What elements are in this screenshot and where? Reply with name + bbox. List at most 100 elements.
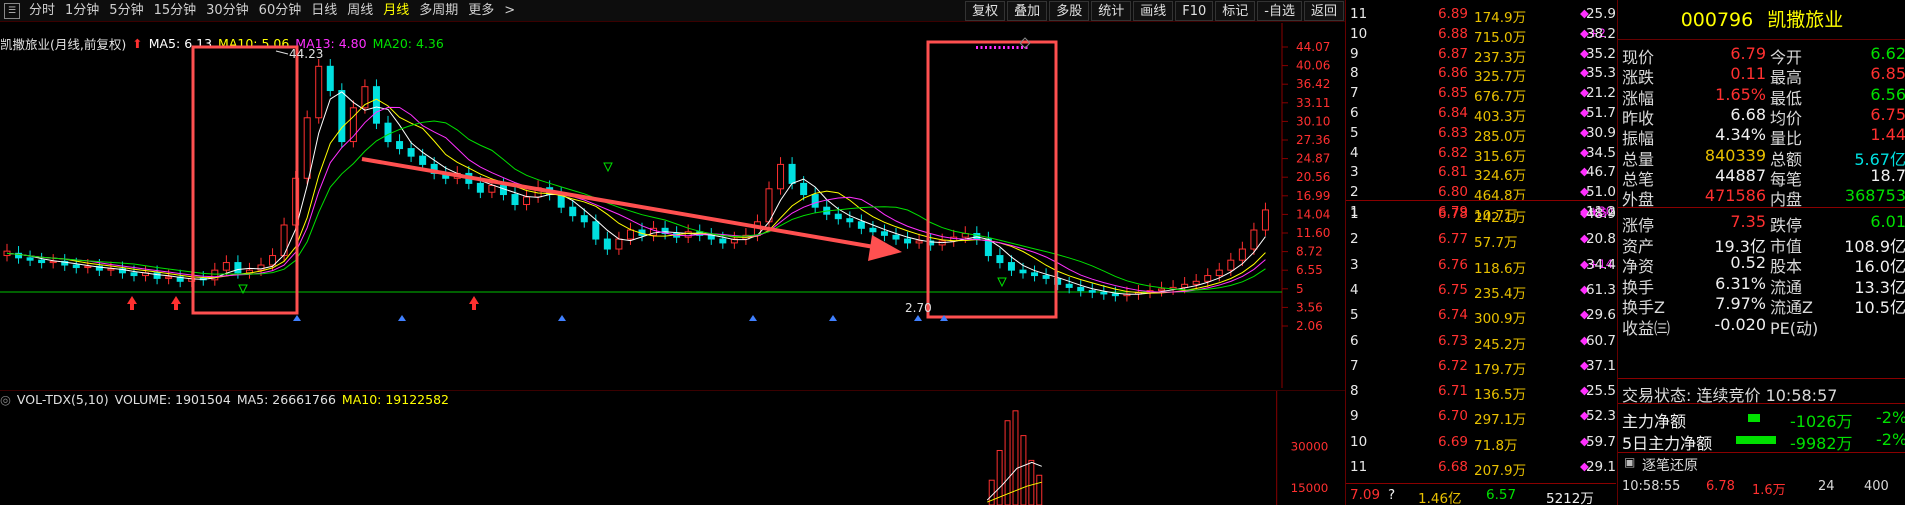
period-tab-0[interactable]: 分时 xyxy=(24,0,60,22)
price-cell: 6.77 xyxy=(1437,231,1468,248)
period-tab-2[interactable]: 5分钟 xyxy=(104,0,148,22)
main-flow-row: 主力净额 -1026万 -2% xyxy=(1618,406,1905,431)
period-tab-4[interactable]: 30分钟 xyxy=(201,0,254,22)
candle-body xyxy=(72,264,80,269)
ask-row[interactable]: 11 6.89 174.9万 ◆ 25.9 xyxy=(1346,4,1616,26)
period-tab-5[interactable]: 60分钟 xyxy=(254,0,307,22)
period-tab-6[interactable]: 日线 xyxy=(306,0,342,22)
book-summary: 7.09? 1.46亿 6.57 5212万 xyxy=(1346,483,1616,505)
vol-tick: 30000 xyxy=(1291,439,1329,453)
quote-v1: -0.020 xyxy=(1714,315,1766,334)
high-price-label: 44.23 xyxy=(289,47,323,61)
price-cell: 6.70 xyxy=(1437,408,1468,425)
menu-toggle-icon[interactable]: ☰ xyxy=(4,2,20,19)
ask-row[interactable]: 9 6.87 237.3万 ◆ 35.2 xyxy=(1346,44,1616,66)
candle-body xyxy=(1261,209,1269,231)
pct-cell: 59.7 xyxy=(1585,433,1616,450)
candle-body xyxy=(603,238,611,250)
toolbar-button-3[interactable]: 统计 xyxy=(1091,1,1132,21)
candle-body xyxy=(407,148,415,157)
high-pointer xyxy=(275,50,289,55)
volume-cell: 118.6万 xyxy=(1474,260,1527,277)
price-tick: 24.87 xyxy=(1296,152,1330,166)
signal-dot xyxy=(1021,46,1023,49)
candle-body xyxy=(615,238,623,250)
pct-cell: 35.3 xyxy=(1585,65,1616,82)
candle-body xyxy=(326,65,334,92)
ticks-toggle-icon[interactable]: ▣ xyxy=(1624,455,1635,469)
stock-title[interactable]: 000796 凯撒旅业 xyxy=(1618,0,1905,40)
more-chevron-icon[interactable]: > xyxy=(499,0,520,22)
flow-label: 5日主力净额 xyxy=(1622,434,1713,453)
candle-body xyxy=(996,255,1004,264)
period-tab-9[interactable]: 多周期 xyxy=(414,0,463,22)
pct-cell: 21.2 xyxy=(1585,85,1616,102)
bid-row[interactable]: 1 6.78 242.1万 ◆-65 48.9 xyxy=(1346,204,1616,226)
candle-body xyxy=(303,117,311,179)
price-cell: 6.72 xyxy=(1437,357,1468,374)
ask-row[interactable]: 8 6.86 325.7万 ◆ 35.3 xyxy=(1346,63,1616,85)
candle-body xyxy=(1065,283,1073,288)
kline-chart[interactable]: 44.07 40.06 36.42 33.11 30.10 27.36 24.87 20.56… xyxy=(0,23,1345,388)
volume-cell: 300.9万 xyxy=(1474,311,1527,328)
bid-row[interactable]: 5 6.74 300.9万 ◆ 29.6 xyxy=(1346,305,1616,328)
candle-body xyxy=(315,65,323,119)
candle-body xyxy=(222,262,230,271)
toolbar-button-1[interactable]: 叠加 xyxy=(1007,1,1048,21)
toolbar-button-7[interactable]: -自选 xyxy=(1257,1,1302,21)
toolbar-button-2[interactable]: 多股 xyxy=(1049,1,1090,21)
volume-chart[interactable]: 30000 15000 xyxy=(0,390,1345,505)
toolbar-button-0[interactable]: 复权 xyxy=(965,1,1006,21)
ask-row[interactable]: 7 6.85 676.7万 ◆ 21.2 xyxy=(1346,83,1616,105)
ask-row[interactable]: 4 6.82 315.6万 ◆ 34.5 xyxy=(1346,143,1616,165)
toolbar-button-5[interactable]: F10 xyxy=(1175,1,1214,21)
candle-body xyxy=(811,194,819,208)
bid-row[interactable]: 11 6.68 207.9万 ◆ 29.1 xyxy=(1346,457,1616,479)
candle-body xyxy=(1192,280,1200,285)
quote-v2: 1.44 xyxy=(1870,125,1905,145)
price-cell: 6.69 xyxy=(1437,433,1468,450)
toolbar-button-4[interactable]: 画线 xyxy=(1133,1,1174,21)
quote-v1: 44887 xyxy=(1715,165,1766,185)
price-tick: 27.36 xyxy=(1296,133,1330,147)
bid-row[interactable]: 6 6.73 245.2万 ◆ 60.7 xyxy=(1346,331,1616,353)
pct-cell: 51.0 xyxy=(1585,184,1616,201)
bid-row[interactable]: 10 6.69 71.8万 ◆ 59.7 xyxy=(1346,432,1616,454)
toolbar-button-8[interactable]: 返回 xyxy=(1303,1,1344,21)
bid-row[interactable]: 3 6.76 118.6万 ◆+14 34.4 xyxy=(1346,255,1616,277)
ask-row[interactable]: 3 6.81 324.6万 ◆ 46.7 xyxy=(1346,162,1616,184)
event-marker-icon xyxy=(914,315,922,321)
candle-body xyxy=(1100,291,1108,295)
candle-body xyxy=(130,272,138,277)
ticks-header[interactable]: ▣ 逐笔还原 xyxy=(1618,452,1905,474)
candle-body xyxy=(234,262,242,274)
period-tab-3[interactable]: 15分钟 xyxy=(149,0,202,22)
period-tab-10[interactable]: 更多 xyxy=(463,0,499,22)
summary-amount: 1.46亿 xyxy=(1418,491,1462,505)
level-label: 5 xyxy=(1350,307,1359,324)
bid-row[interactable]: 9 6.70 297.1万 ◆ 52.3 xyxy=(1346,406,1616,428)
price-cell: 6.86 xyxy=(1437,65,1468,82)
bid-row[interactable]: 8 6.71 136.5万 ◆ 25.5 xyxy=(1346,381,1616,403)
summary-val: 6.57 xyxy=(1486,487,1517,503)
price-tick: 5 xyxy=(1296,282,1304,296)
quote-v1: 840339 xyxy=(1704,145,1766,165)
period-tab-1[interactable]: 1分钟 xyxy=(60,0,104,22)
candle-body xyxy=(1250,229,1258,250)
bid-row[interactable]: 4 6.75 235.4万 ◆ 61.3 xyxy=(1346,280,1616,302)
trend-arrow-line xyxy=(361,157,881,250)
price-tick: 40.06 xyxy=(1296,59,1330,73)
bid-row[interactable]: 2 6.77 57.7万 ◆ 20.8 xyxy=(1346,229,1616,251)
period-tab-8[interactable]: 月线 xyxy=(378,0,414,22)
period-tab-7[interactable]: 周线 xyxy=(342,0,378,22)
tick-vol: 1.6万 xyxy=(1752,483,1786,498)
ask-row[interactable]: 5 6.83 285.0万 ◆ 30.9 xyxy=(1346,123,1616,145)
candle-body xyxy=(915,240,923,244)
candle-body xyxy=(765,188,773,223)
bid-row[interactable]: 7 6.72 179.7万 ◆ 37.1 xyxy=(1346,356,1616,378)
candle-body xyxy=(384,122,392,143)
ask-row[interactable]: 6 6.84 403.3万 ◆ 51.7 xyxy=(1346,103,1616,125)
ask-row[interactable]: 10 6.88 715.0万 ◆+2 38.2 xyxy=(1346,24,1616,46)
quote-v2: 18.7 xyxy=(1870,165,1905,185)
toolbar-button-6[interactable]: 标记 xyxy=(1215,1,1256,21)
